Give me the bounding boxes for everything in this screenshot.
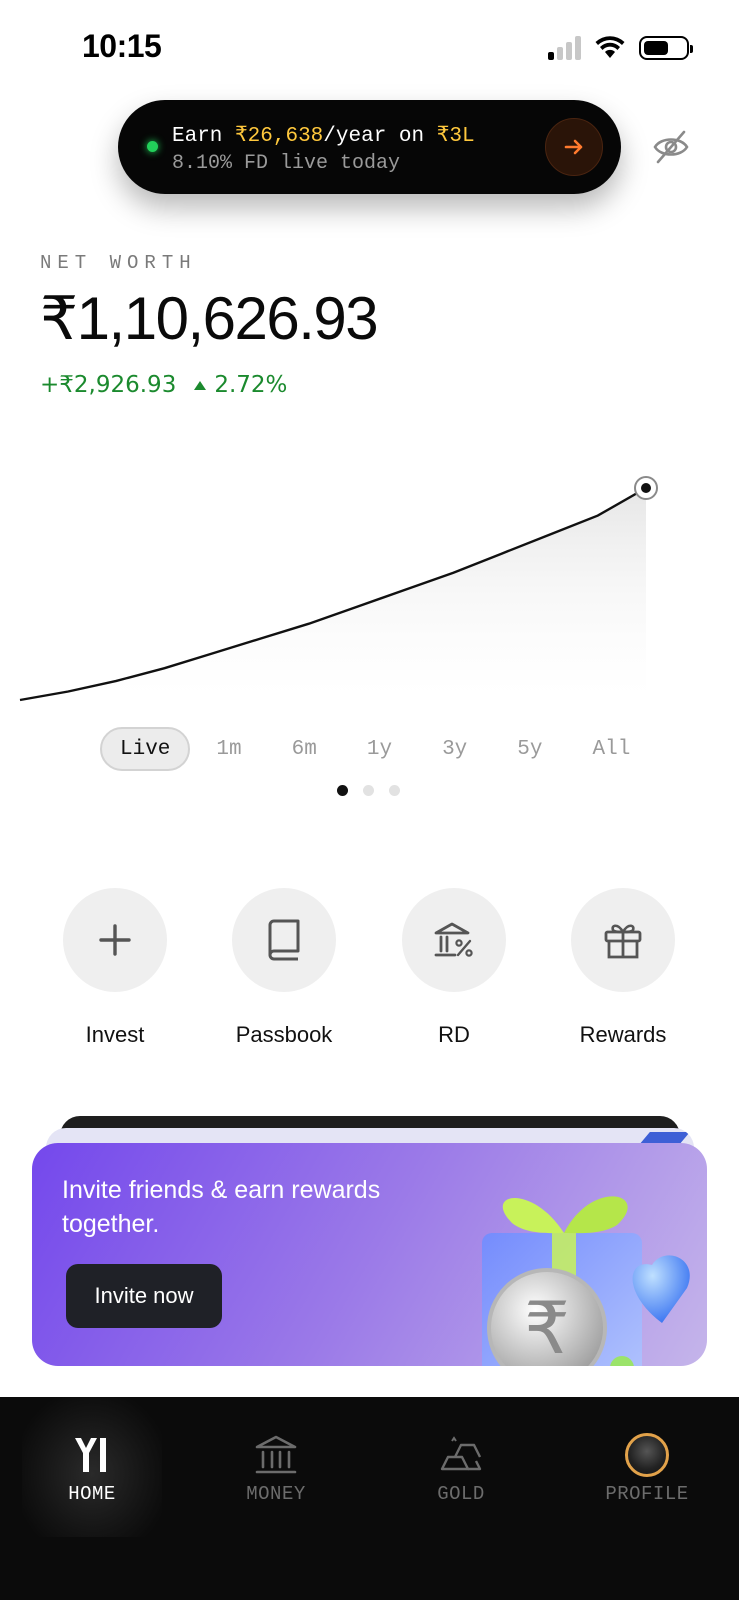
promo-earn-amount: ₹26,638 bbox=[235, 125, 324, 148]
bank-percent-icon bbox=[434, 922, 473, 957]
cellular-signal-icon bbox=[548, 36, 581, 60]
quick-action-passbook[interactable]: Passbook bbox=[214, 888, 354, 1048]
hide-balance-toggle[interactable] bbox=[650, 126, 692, 168]
nav-gold[interactable]: GOLD bbox=[391, 1397, 531, 1537]
net-worth-label: NET WORTH bbox=[40, 252, 197, 274]
bottom-nav: HOME MONEY GOLD PROFILE bbox=[0, 1397, 739, 1600]
quick-action-label: Invest bbox=[85, 1022, 145, 1047]
nav-money[interactable]: MONEY bbox=[206, 1397, 346, 1537]
wifi-icon bbox=[595, 36, 625, 58]
quick-action-label: Rewards bbox=[579, 1022, 667, 1047]
bank-icon bbox=[252, 1431, 300, 1479]
quick-action-rd[interactable]: RD bbox=[384, 888, 524, 1048]
nav-label: HOME bbox=[68, 1483, 116, 1505]
gift-box-illustration: ₹ bbox=[482, 1196, 690, 1366]
net-worth-chart[interactable] bbox=[0, 440, 739, 710]
book-icon bbox=[268, 919, 300, 961]
promo-subtitle: 8.10% FD live today bbox=[172, 152, 401, 175]
avatar bbox=[625, 1433, 669, 1477]
promo-earn-text: Earn ₹26,638/year on ₹3L bbox=[172, 122, 475, 148]
promo-earn-mid: /year on bbox=[323, 125, 437, 148]
avatar-icon bbox=[623, 1431, 671, 1479]
gold-bars-icon bbox=[437, 1431, 485, 1479]
range-tab-5y[interactable]: 5y bbox=[503, 727, 556, 771]
eye-off-icon bbox=[653, 130, 689, 164]
range-tab-all[interactable]: All bbox=[579, 727, 645, 771]
range-tab-1y[interactable]: 1y bbox=[353, 727, 406, 771]
live-indicator-dot bbox=[147, 141, 158, 152]
trend-up-icon bbox=[194, 380, 207, 390]
quick-action-label: Passbook bbox=[235, 1022, 333, 1047]
range-tab-1m[interactable]: 1m bbox=[202, 727, 255, 771]
promo-arrow-button[interactable] bbox=[545, 118, 603, 176]
nav-label: PROFILE bbox=[605, 1483, 689, 1505]
invite-title: Invite friends & earn rewards together. bbox=[62, 1176, 381, 1238]
pager-dot-active[interactable] bbox=[337, 785, 348, 796]
net-worth-change-pct-value: 2.72% bbox=[214, 372, 288, 398]
quick-action-rewards[interactable]: Rewards bbox=[553, 888, 693, 1048]
arrow-right-icon bbox=[564, 139, 583, 155]
pager-dots bbox=[337, 785, 400, 796]
nav-label: GOLD bbox=[437, 1483, 485, 1505]
net-worth-change-amount: +₹2,926.93 bbox=[40, 372, 177, 398]
invite-now-button[interactable]: Invite now bbox=[66, 1264, 222, 1328]
rd-button[interactable] bbox=[402, 888, 506, 992]
net-worth-value: ₹1,10,626.93 bbox=[40, 285, 379, 352]
quick-action-label: RD bbox=[438, 1022, 470, 1047]
nav-profile[interactable]: PROFILE bbox=[577, 1397, 717, 1537]
rewards-button[interactable] bbox=[571, 888, 675, 992]
gift-icon bbox=[604, 924, 642, 959]
plus-icon bbox=[99, 924, 131, 956]
net-worth-change: +₹2,926.93 2.72% bbox=[40, 372, 287, 398]
chart-endpoint-point bbox=[641, 483, 651, 493]
quick-action-invest[interactable]: Invest bbox=[45, 888, 185, 1048]
nav-home[interactable]: HOME bbox=[22, 1397, 162, 1537]
logo-icon bbox=[68, 1431, 116, 1479]
promo-earn-prefix: Earn bbox=[172, 125, 236, 148]
range-tabs: Live 1m 6m 1y 3y 5y All bbox=[100, 727, 666, 771]
status-bar: 10:15 bbox=[0, 0, 739, 96]
promo-earn-principal: ₹3L bbox=[436, 125, 475, 148]
status-icons bbox=[548, 36, 693, 60]
range-tab-live[interactable]: Live bbox=[100, 727, 191, 771]
invest-button[interactable] bbox=[63, 888, 167, 992]
range-tab-3y[interactable]: 3y bbox=[428, 727, 481, 771]
chart-area-fill bbox=[20, 488, 646, 700]
nav-label: MONEY bbox=[246, 1483, 306, 1505]
range-tab-6m[interactable]: 6m bbox=[278, 727, 331, 771]
net-worth-change-pct: 2.72% bbox=[194, 372, 287, 398]
pager-dot[interactable] bbox=[363, 785, 374, 796]
status-time: 10:15 bbox=[82, 28, 162, 64]
fd-promo-banner[interactable]: Earn ₹26,638/year on ₹3L 8.10% FD live t… bbox=[118, 100, 621, 194]
invite-card[interactable]: Invite friends & earn rewards together. … bbox=[32, 1143, 707, 1366]
svg-text:₹: ₹ bbox=[524, 1286, 570, 1366]
pager-dot[interactable] bbox=[389, 785, 400, 796]
passbook-button[interactable] bbox=[232, 888, 336, 992]
battery-icon bbox=[639, 36, 693, 60]
